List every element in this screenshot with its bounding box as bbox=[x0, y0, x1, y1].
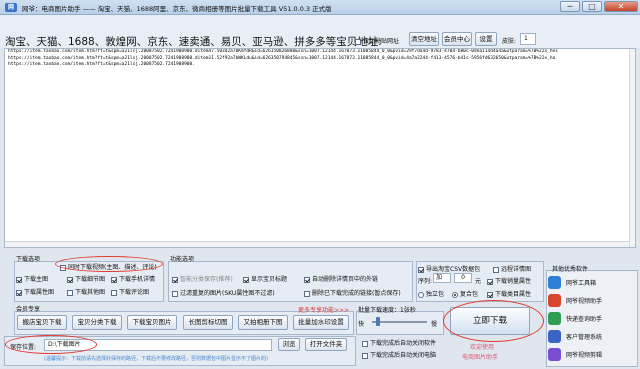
download-sku-checkbox[interactable]: 下载手机详情 bbox=[111, 274, 155, 283]
software-item[interactable]: 网爷视频剪辑 bbox=[548, 348, 636, 364]
checkbox-icon bbox=[67, 289, 73, 296]
horizontal-scrollbar[interactable] bbox=[5, 241, 629, 247]
customer-icon bbox=[548, 330, 561, 343]
brand-text: 电商图片助手 bbox=[462, 354, 499, 361]
skin-select[interactable]: 1 bbox=[520, 33, 536, 45]
checkbox-icon bbox=[16, 289, 22, 296]
checkbox-icon bbox=[487, 278, 493, 285]
other-software-title: 其他优秀软件 bbox=[552, 266, 589, 273]
vertical-scrollbar[interactable] bbox=[629, 49, 635, 247]
checkbox-icon bbox=[16, 276, 22, 283]
auto-shutdown-checkbox[interactable]: 下载完成后自动关闭电脑 bbox=[362, 350, 436, 359]
maximize-button[interactable]: □ bbox=[582, 1, 602, 12]
checkbox-icon bbox=[67, 276, 73, 283]
url-line: https://item.taobao.com/item.htm?ft=t&sp… bbox=[8, 49, 558, 54]
single-pack-radio[interactable]: 独立包 bbox=[418, 289, 444, 298]
checkbox-icon bbox=[418, 266, 424, 273]
sequence-unit: 元 bbox=[475, 278, 482, 285]
checkbox-icon bbox=[355, 38, 361, 45]
member-title: 会员专享 bbox=[16, 306, 41, 313]
remote-detail-checkbox[interactable]: 远程详情图 bbox=[493, 264, 531, 273]
member-center-button[interactable]: 会员中心 bbox=[442, 32, 472, 46]
sequence-number-input[interactable]: 0 bbox=[454, 273, 472, 283]
toolbox-icon bbox=[548, 276, 561, 289]
platform-label: 淘宝、天猫、1688、敦煌网、京东、速卖通、易贝、亚马逊、拼多多等宝贝地址: bbox=[5, 36, 382, 48]
download-sales-attr-checkbox[interactable]: 下载销量属性 bbox=[487, 276, 531, 285]
export-csv-checkbox[interactable]: 导出淘宝CSV数据包 bbox=[418, 264, 480, 273]
auto-close-app-checkbox[interactable]: 下载完成后自动关闭软件 bbox=[362, 338, 436, 347]
checkbox-icon bbox=[362, 352, 368, 359]
speed-slider-thumb[interactable] bbox=[376, 317, 380, 326]
sequence-label: 序列: bbox=[418, 278, 433, 285]
checkbox-icon bbox=[304, 276, 310, 283]
download-detail-checkbox[interactable]: 下载细节图 bbox=[67, 274, 105, 283]
download-attr-checkbox[interactable]: 下载属性图 bbox=[16, 287, 54, 296]
checkbox-icon bbox=[493, 266, 499, 273]
checkbox-icon bbox=[172, 290, 178, 297]
browse-button[interactable]: 浏览 bbox=[278, 338, 300, 351]
software-item[interactable]: 网爷视频助手 bbox=[548, 294, 636, 310]
highlight-ring bbox=[5, 335, 97, 354]
minimize-button[interactable]: ─ bbox=[560, 1, 580, 12]
open-folder-button[interactable]: 打开文件夹 bbox=[305, 338, 347, 351]
album-download-button[interactable]: 又拍相册下图 bbox=[238, 315, 288, 330]
welcome-text: 欢迎使用 bbox=[470, 344, 495, 351]
batch-speed-label: 批量下载速度：1张秒 bbox=[358, 307, 416, 314]
auto-paste-checkbox[interactable]: 自动粘贴网址 bbox=[355, 36, 399, 45]
download-main-checkbox[interactable]: 下载主图 bbox=[16, 274, 48, 283]
watermark-settings-button[interactable]: 批量加水印设置 bbox=[293, 315, 349, 330]
title-bar: 网 网爷：电商图片助手 —— 淘宝、天猫、1688阿里、京东、微商相册等图片批量… bbox=[0, 0, 640, 15]
category-download-button[interactable]: 宝贝分类下载 bbox=[72, 315, 122, 330]
checkbox-icon bbox=[243, 276, 249, 283]
video-edit-icon bbox=[548, 348, 561, 361]
url-textarea[interactable]: https://item.taobao.com/item.htm?ft=t&sp… bbox=[4, 48, 636, 248]
radio-icon bbox=[452, 291, 458, 298]
filter-duplicates-checkbox[interactable]: 过滤重复的图片(SKU属性图不过滤) bbox=[172, 288, 275, 297]
checkbox-icon bbox=[304, 290, 310, 297]
download-review-checkbox[interactable]: 下载评论图 bbox=[111, 287, 149, 296]
delete-done-checkbox[interactable]: 删除已下载完成的链接(暂点保存) bbox=[304, 288, 401, 297]
window-title: 网爷：电商图片助手 —— 淘宝、天猫、1688阿里、京东、微商相册等图片批量下载… bbox=[22, 5, 332, 13]
auto-delete-links-checkbox[interactable]: 自动删除详情页中的外链 bbox=[304, 274, 378, 283]
smart-category-checkbox[interactable]: 智能分类保存(推荐) bbox=[172, 274, 233, 283]
settings-button[interactable]: 设置 bbox=[475, 32, 497, 46]
speed-fast-label: 快 bbox=[358, 321, 365, 328]
app-icon: 网 bbox=[5, 3, 17, 12]
checkbox-icon bbox=[111, 289, 117, 296]
checkbox-icon bbox=[111, 276, 117, 283]
more-features-link[interactable]: 更多专享功能>>> bbox=[298, 305, 349, 314]
save-path-hint: (温馨提示：下载前请先选择好保存的路径，下载后不要修改路径，否则数据包中图片显示… bbox=[44, 356, 268, 362]
checkbox-icon bbox=[487, 291, 493, 298]
checkbox-icon bbox=[172, 276, 178, 283]
long-image-cut-button[interactable]: 长图剪标切图 bbox=[183, 315, 233, 330]
software-item[interactable]: 快递查询助手 bbox=[548, 312, 636, 328]
show-title-checkbox[interactable]: 显示宝贝标题 bbox=[243, 274, 287, 283]
video-icon bbox=[548, 294, 561, 307]
download-other-checkbox[interactable]: 下载其他图 bbox=[67, 287, 105, 296]
highlight-ring bbox=[55, 256, 163, 272]
shop-move-button[interactable]: 搬店宝贝下载 bbox=[17, 315, 67, 330]
multi-pack-radio[interactable]: 复合包 bbox=[452, 289, 478, 298]
download-category-attr-checkbox[interactable]: 下载类目属性 bbox=[487, 289, 531, 298]
clear-address-button[interactable]: 清空地址 bbox=[409, 32, 439, 46]
speed-slider-track[interactable] bbox=[372, 321, 427, 323]
highlight-ring bbox=[443, 300, 544, 342]
skin-label: 皮肤: bbox=[502, 38, 517, 45]
function-options-title: 功能选项 bbox=[170, 256, 195, 263]
sequence-op-select[interactable]: 加 bbox=[433, 273, 451, 283]
download-options-title: 下载选项 bbox=[16, 256, 41, 263]
close-button[interactable]: ✕ bbox=[604, 1, 638, 12]
speed-slow-label: 慢 bbox=[431, 321, 438, 328]
software-item[interactable]: 客户管理系统 bbox=[548, 330, 636, 346]
software-item[interactable]: 网爷工具箱 bbox=[548, 276, 636, 292]
radio-icon bbox=[418, 291, 424, 298]
express-icon bbox=[548, 312, 561, 325]
download-images-button[interactable]: 下载宝贝图片 bbox=[127, 315, 177, 330]
url-line: https://item.taobao.com/item.htm?ft=t&sp… bbox=[8, 62, 195, 67]
checkbox-icon bbox=[362, 340, 368, 347]
